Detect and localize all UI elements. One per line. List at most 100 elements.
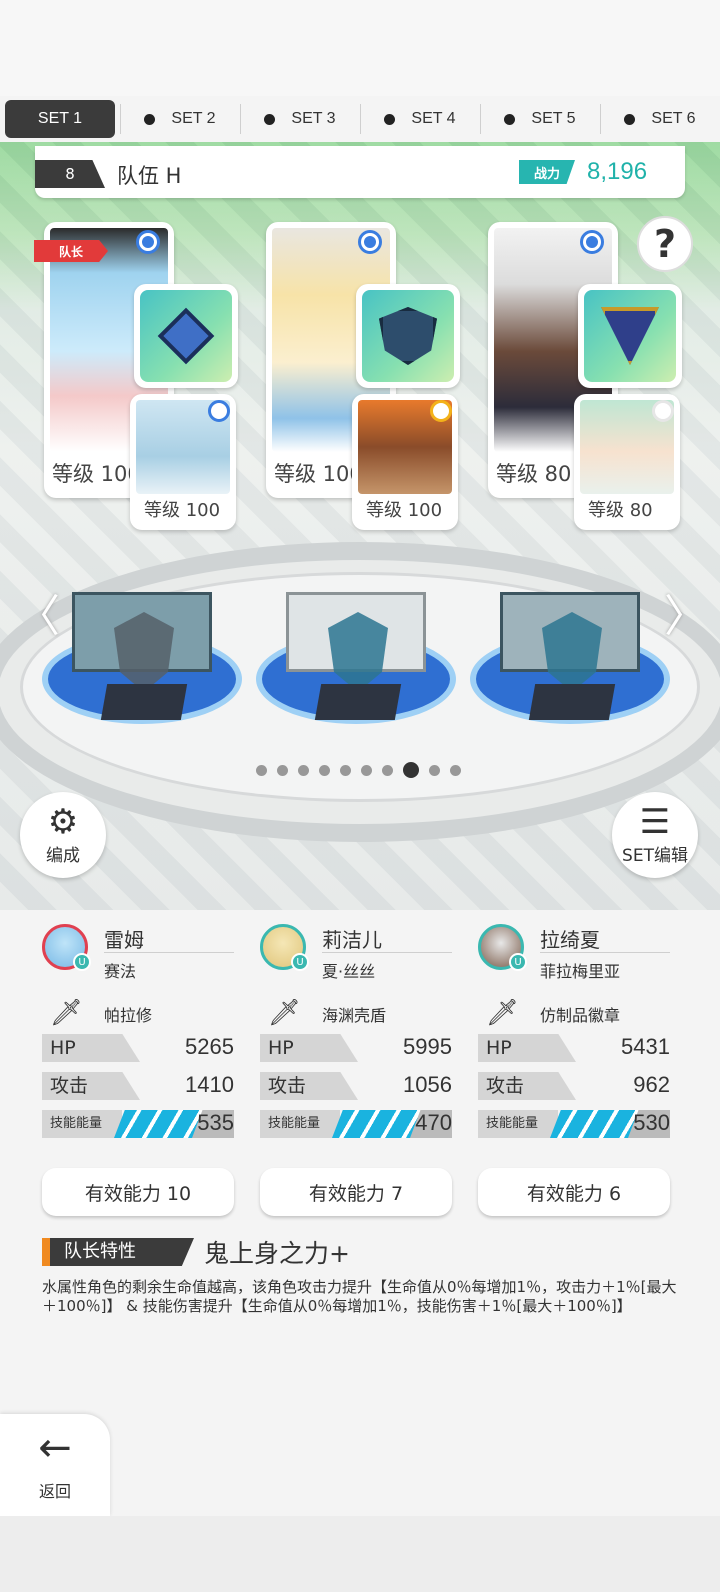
set-edit-button[interactable]: ☰ SET编辑 — [612, 792, 698, 878]
energy-row: 技能能量 470 — [260, 1110, 452, 1138]
equipment-row[interactable]: 🗡 帕拉修 — [50, 998, 240, 1028]
hero-avatar[interactable]: U — [260, 924, 309, 971]
hero-level: 等级 80 — [496, 462, 572, 486]
page-dot[interactable] — [256, 764, 267, 776]
tab-dot-icon — [624, 113, 636, 125]
hero-platform-1 — [42, 572, 242, 732]
energy-bar — [332, 1110, 422, 1138]
ability-button[interactable]: 有效能力 7 — [260, 1168, 452, 1216]
set-tabs: SET 1 SET 2 SET 3 SET 4 SET 5 SET 6 — [0, 96, 720, 142]
energy-row: 技能能量 530 — [478, 1110, 670, 1138]
hp-label: HP — [42, 1034, 140, 1062]
bottom-area — [0, 1516, 720, 1592]
hero-platform-2 — [256, 572, 456, 732]
sub-hero-card[interactable]: 等级 100 — [352, 394, 458, 530]
tab-set-5[interactable]: SET 5 — [485, 100, 601, 138]
tab-set-6[interactable]: SET 6 — [605, 100, 715, 138]
hero-level: 等级 100 — [274, 462, 363, 486]
attack-label: 攻击 — [260, 1072, 358, 1100]
page-dot[interactable] — [277, 764, 288, 776]
page-indicator — [256, 762, 461, 778]
equipment-slot[interactable] — [356, 284, 460, 388]
power-value: 8,196 — [587, 158, 648, 185]
tab-label: SET 1 — [37, 110, 83, 127]
equipment-name: 帕拉修 — [104, 1006, 153, 1025]
hero-name: 雷姆 — [104, 928, 144, 952]
hero-card-group-2: 等级 100 等级 100 — [256, 222, 474, 552]
attack-row: 攻击 1410 — [42, 1072, 234, 1100]
page-dot[interactable] — [450, 764, 461, 776]
equipment-row[interactable]: 🗡 仿制品徽章 — [486, 998, 676, 1028]
hp-value: 5995 — [403, 1034, 452, 1059]
hp-row: HP 5995 — [260, 1034, 452, 1062]
next-arrow-icon[interactable]: 〉 — [664, 580, 708, 644]
sparkle-icon — [652, 400, 674, 422]
hero-name: 莉洁儿 — [322, 928, 382, 952]
back-button[interactable]: ← 返回 — [0, 1414, 110, 1516]
tab-dot-icon — [504, 113, 516, 125]
tab-dot-icon — [384, 113, 396, 125]
attack-value: 1410 — [185, 1072, 234, 1097]
energy-row: 技能能量 535 — [42, 1110, 234, 1138]
hp-value: 5431 — [621, 1034, 670, 1059]
back-label: 返回 — [38, 1482, 71, 1501]
formation-button[interactable]: ⚙ 编成 — [20, 792, 106, 878]
page-dot[interactable] — [319, 764, 330, 776]
leader-skill-description: 水属性角色的剩余生命值越高，该角色攻击力提升【生命值从0％每增加1％，攻击力＋1… — [42, 1278, 677, 1315]
element-icon: U — [291, 953, 309, 971]
select-radio-icon[interactable] — [580, 230, 604, 254]
list-icon: ☰ — [639, 801, 671, 842]
page-dot[interactable] — [382, 764, 393, 776]
set-edit-label: SET编辑 — [622, 845, 688, 866]
equipment-slot[interactable] — [134, 284, 238, 388]
hero-stats-panel: U 雷姆 赛法 🗡 帕拉修 HP 5265 攻击 1410 技能能量 535 有… — [0, 910, 720, 1516]
equipment-slot[interactable] — [578, 284, 682, 388]
page-dot[interactable] — [298, 764, 309, 776]
tab-label: SET 4 — [411, 110, 456, 127]
weapon-icon: 🗡 — [50, 998, 84, 1028]
ability-button[interactable]: 有效能力 6 — [478, 1168, 670, 1216]
team-bar: 8 队伍 H 战力 8,196 — [35, 146, 685, 198]
page-dot[interactable] — [429, 764, 440, 776]
page-dot[interactable] — [361, 764, 372, 776]
tab-set-3[interactable]: SET 3 — [245, 100, 361, 138]
energy-value: 470 — [415, 1110, 452, 1135]
hero-avatar[interactable]: U — [42, 924, 91, 971]
select-radio-icon[interactable] — [208, 400, 230, 422]
hero-sub-name: 菲拉梅里亚 — [540, 962, 621, 981]
axe-icon — [140, 290, 232, 382]
tab-set-4[interactable]: SET 4 — [365, 100, 481, 138]
element-icon: U — [73, 953, 91, 971]
equipment-row[interactable]: 🗡 海渊壳盾 — [268, 998, 458, 1028]
team-stage: 8 队伍 H 战力 8,196 ? 等级 100 队长 等级 100 等级 10… — [0, 142, 720, 910]
tab-set-2[interactable]: SET 2 — [125, 100, 241, 138]
power-label: 战力 — [519, 160, 575, 184]
attack-label: 攻击 — [478, 1072, 576, 1100]
ability-button[interactable]: 有效能力 10 — [42, 1168, 234, 1216]
hero-avatar[interactable]: U — [478, 924, 527, 971]
select-radio-icon[interactable] — [136, 230, 160, 254]
energy-label: 技能能量 — [478, 1110, 558, 1138]
select-radio-icon[interactable] — [358, 230, 382, 254]
hp-row: HP 5431 — [478, 1034, 670, 1062]
page-dot-active[interactable] — [403, 762, 419, 778]
tab-label: SET 3 — [291, 110, 336, 127]
hero-card-group-1: 等级 100 队长 等级 100 — [34, 222, 252, 552]
tab-label: SET 2 — [171, 110, 216, 127]
team-name[interactable]: 队伍 H — [117, 160, 181, 190]
team-number: 8 — [35, 160, 105, 188]
energy-label: 技能能量 — [42, 1110, 122, 1138]
prev-arrow-icon[interactable]: 〈 — [16, 580, 60, 644]
tab-set-1[interactable]: SET 1 — [5, 100, 121, 138]
attack-label: 攻击 — [42, 1072, 140, 1100]
energy-label: 技能能量 — [260, 1110, 340, 1138]
sub-hero-card[interactable]: 等级 80 — [574, 394, 680, 530]
shield-icon — [362, 290, 454, 382]
page-dot[interactable] — [340, 764, 351, 776]
sub-hero-level: 等级 100 — [366, 500, 443, 521]
formation-label: 编成 — [46, 845, 80, 866]
tab-dot-icon — [264, 113, 276, 125]
sub-hero-card[interactable]: 等级 100 — [130, 394, 236, 530]
element-icon: U — [509, 953, 527, 971]
attack-row: 攻击 1056 — [260, 1072, 452, 1100]
